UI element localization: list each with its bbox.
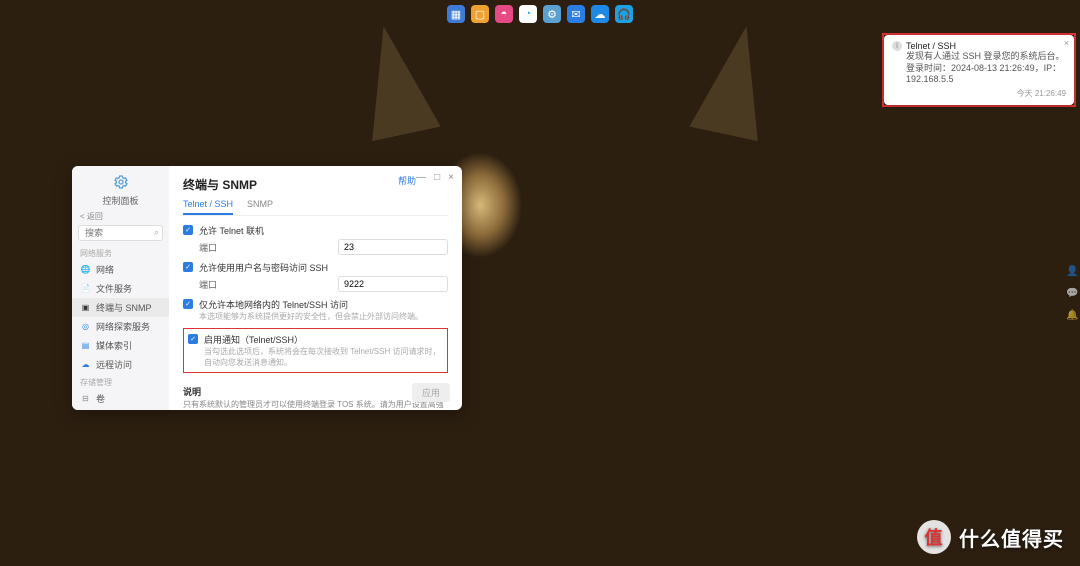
tab-snmp[interactable]: SNMP [247, 199, 273, 215]
sub-local-only: 本选项能够为系统提供更好的安全性，但会禁止外部访问终端。 [199, 312, 448, 322]
row-local-only: ✓ 仅允许本地网络内的 Telnet/SSH 访问 本选项能够为系统提供更好的安… [183, 298, 448, 322]
notification-highlight: × i Telnet / SSH 发现有人通过 SSH 登录您的系统后台。登录时间… [882, 33, 1076, 107]
checkbox-telnet[interactable]: ✓ [183, 225, 193, 235]
checkbox-notify[interactable]: ✓ [188, 334, 198, 344]
sidebar-item-file-service[interactable]: 📄文件服务 [72, 279, 169, 298]
sidebar-group-network: 网络服务 [72, 245, 169, 260]
rail-notify-icon[interactable]: 🔔 [1066, 310, 1078, 322]
label-port2: 端口 [199, 278, 223, 291]
watermark-text: 什么值得买 [959, 523, 1064, 552]
label-ssh: 允许使用用户名与密码访问 SSH [199, 261, 448, 274]
notification-title: Telnet / SSH [906, 41, 956, 51]
checkbox-local-only[interactable]: ✓ [183, 299, 193, 309]
input-telnet-port[interactable] [338, 239, 448, 255]
notification-body: 发现有人通过 SSH 登录您的系统后台。登录时间：2024-08-13 21:2… [906, 51, 1066, 86]
checkbox-ssh[interactable]: ✓ [183, 262, 193, 272]
dock-app-photos[interactable]: ◓ [495, 5, 513, 23]
sidebar-group-storage: 存储管理 [72, 374, 169, 389]
dock-app-settings[interactable]: ⚙ [543, 5, 561, 23]
label-local-only: 仅允许本地网络内的 Telnet/SSH 访问 [199, 298, 448, 311]
rail-user-icon[interactable]: 👤 [1066, 266, 1078, 278]
label-notify: 启用通知（Telnet/SSH） [204, 333, 443, 346]
label-port: 端口 [199, 241, 223, 254]
description-heading: 说明 [183, 385, 448, 398]
search-input[interactable] [78, 225, 163, 241]
description-text: 只有系统默认的管理员才可以使用终端登录 TOS 系统。请为用户设置高强度的密码以… [183, 400, 448, 410]
sidebar-back[interactable]: < 返回 [72, 211, 169, 222]
dock-app-chat[interactable]: ☁ [591, 5, 609, 23]
search-icon[interactable]: ⌕ [154, 227, 159, 238]
tabs: Telnet / SSH SNMP [183, 199, 448, 216]
input-ssh-port[interactable] [338, 276, 448, 292]
row-telnet: ✓ 允许 Telnet 联机 端口 [183, 224, 448, 255]
dock-app-clock[interactable]: ◔ [519, 5, 537, 23]
label-telnet: 允许 Telnet 联机 [199, 224, 448, 237]
dock-app-support[interactable]: 🎧 [615, 5, 633, 23]
right-rail: 👤 💬 🔔 [1066, 266, 1078, 322]
dock-app-files[interactable]: ▢ [471, 5, 489, 23]
watermark-badge-icon: 值 [917, 520, 951, 554]
tab-telnet-ssh[interactable]: Telnet / SSH [183, 199, 233, 215]
gear-icon [72, 172, 169, 194]
sidebar-item-volume[interactable]: ⊟卷 [72, 389, 169, 408]
sidebar-item-network[interactable]: 🌐网络 [72, 260, 169, 279]
sidebar-item-remote-access[interactable]: ☁远程访问 [72, 355, 169, 374]
dock-app-mail[interactable]: ✉ [567, 5, 585, 23]
dock-app-calendar[interactable]: ▦ [447, 5, 465, 23]
notification-card[interactable]: × i Telnet / SSH 发现有人通过 SSH 登录您的系统后台。登录时间… [884, 35, 1074, 105]
notification-time: 今天 21:26:49 [892, 88, 1066, 99]
control-panel-window: — □ × 控制面板 < 返回 ⌕ 网络服务 🌐网络 📄文件服务 ▣终端与 SN… [72, 166, 462, 410]
top-dock: ▦ ▢ ◓ ◔ ⚙ ✉ ☁ 🎧 [445, 3, 635, 25]
sidebar: 控制面板 < 返回 ⌕ 网络服务 🌐网络 📄文件服务 ▣终端与 SNMP ◎网络… [72, 166, 169, 410]
notify-highlight: ✓ 启用通知（Telnet/SSH） 当勾选此选项后，系统将会在每次接收到 Te… [183, 328, 448, 373]
description-block: 说明 只有系统默认的管理员才可以使用终端登录 TOS 系统。请为用户设置高强度的… [183, 385, 448, 410]
info-icon: i [892, 41, 902, 51]
watermark: 值 什么值得买 [917, 520, 1064, 554]
help-link[interactable]: 帮助 [398, 174, 416, 187]
notification-close-icon[interactable]: × [1064, 38, 1069, 48]
row-ssh: ✓ 允许使用用户名与密码访问 SSH 端口 [183, 261, 448, 292]
sidebar-item-terminal-snmp[interactable]: ▣终端与 SNMP [72, 298, 169, 317]
sidebar-item-discovery[interactable]: ◎网络探索服务 [72, 317, 169, 336]
sidebar-item-media-index[interactable]: ▤媒体索引 [72, 336, 169, 355]
sidebar-title: 控制面板 [72, 194, 169, 207]
apply-button[interactable]: 应用 [412, 383, 450, 402]
sidebar-search: ⌕ [78, 225, 163, 241]
rail-chat-icon[interactable]: 💬 [1066, 288, 1078, 300]
sub-notify: 当勾选此选项后，系统将会在每次接收到 Telnet/SSH 访问请求时，自动向您… [204, 347, 443, 368]
content-pane: 帮助 终端与 SNMP Telnet / SSH SNMP ✓ 允许 Telne… [169, 166, 462, 410]
